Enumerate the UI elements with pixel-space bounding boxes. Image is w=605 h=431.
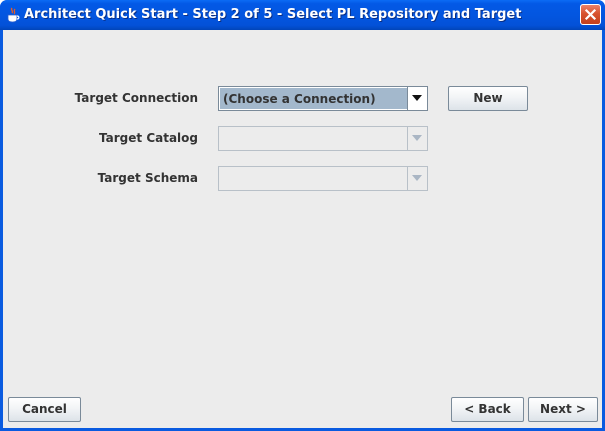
target-connection-value: (Choose a Connection) — [223, 92, 376, 106]
back-button[interactable]: < Back — [451, 397, 524, 422]
next-button[interactable]: Next > — [528, 397, 598, 422]
target-catalog-label: Target Catalog — [99, 131, 198, 145]
chevron-down-icon — [412, 95, 422, 101]
target-catalog-combo[interactable] — [218, 126, 428, 151]
target-connection-field: (Choose a Connection) — [220, 88, 407, 109]
wizard-content: Target Connection (Choose a Connection) … — [3, 30, 602, 428]
target-catalog-dropdown-button[interactable] — [407, 127, 427, 150]
target-connection-label: Target Connection — [74, 91, 198, 105]
java-cup-icon — [7, 7, 20, 23]
chevron-down-icon — [412, 135, 422, 141]
chevron-down-icon — [412, 175, 422, 181]
wizard-window: Architect Quick Start - Step 2 of 5 - Se… — [0, 0, 605, 431]
title-bar[interactable]: Architect Quick Start - Step 2 of 5 - Se… — [0, 0, 605, 30]
target-connection-combo[interactable]: (Choose a Connection) — [218, 86, 428, 111]
target-connection-dropdown-button[interactable] — [407, 87, 427, 110]
close-button[interactable] — [580, 4, 601, 25]
window-title: Architect Quick Start - Step 2 of 5 - Se… — [24, 7, 522, 22]
target-schema-label: Target Schema — [97, 171, 198, 185]
new-connection-button[interactable]: New — [448, 86, 528, 111]
close-icon — [584, 8, 597, 21]
cancel-button[interactable]: Cancel — [8, 397, 81, 422]
target-schema-combo[interactable] — [218, 166, 428, 191]
target-schema-dropdown-button[interactable] — [407, 167, 427, 190]
